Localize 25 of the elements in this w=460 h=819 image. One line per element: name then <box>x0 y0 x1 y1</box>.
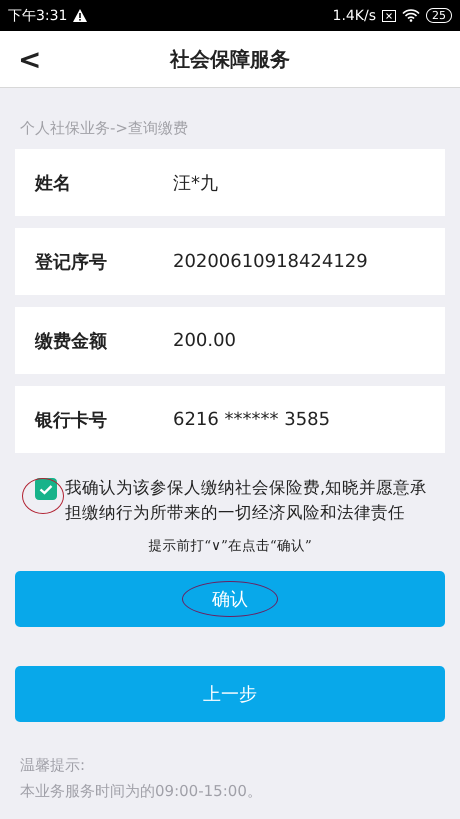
wifi-icon <box>402 9 420 22</box>
breadcrumb: 个人社保业务->查询缴费 <box>19 118 189 139</box>
notice-text: 本业务服务时间为的09:00-15:00。 <box>19 781 263 802</box>
field-label: 姓名 <box>35 172 72 194</box>
network-speed: 1.4K/s <box>332 8 376 24</box>
warning-icon <box>73 9 88 22</box>
previous-step-button[interactable]: 上一步 <box>15 666 445 722</box>
battery-level: 25 <box>426 8 452 23</box>
confirm-button[interactable]: 确认 <box>15 571 445 627</box>
sim-icon <box>382 10 396 22</box>
status-time: 下午3:31 <box>8 6 68 24</box>
back-button[interactable]: < <box>10 39 50 80</box>
check-icon <box>39 484 53 494</box>
field-label: 银行卡号 <box>35 408 108 432</box>
agree-checkbox[interactable] <box>35 478 57 500</box>
notice-title: 温馨提示: <box>19 755 86 776</box>
field-label: 缴费金额 <box>35 330 108 352</box>
field-value: 200.00 <box>173 330 236 351</box>
instruction-text: 提示前打“∨”在点击“确认” <box>147 537 313 555</box>
page-title: 社会保障服务 <box>170 46 290 72</box>
agreement-text: 我确认为该参保人缴纳社会保险费,知晓并愿意承担缴纳行为所带来的一切经济风险和法律责任 <box>65 477 428 524</box>
field-value: 20200610918424129 <box>173 251 368 272</box>
field-value: 6216 ****** 3585 <box>173 409 330 430</box>
field-label: 登记序号 <box>35 250 108 274</box>
field-value: 汪*九 <box>173 172 218 194</box>
